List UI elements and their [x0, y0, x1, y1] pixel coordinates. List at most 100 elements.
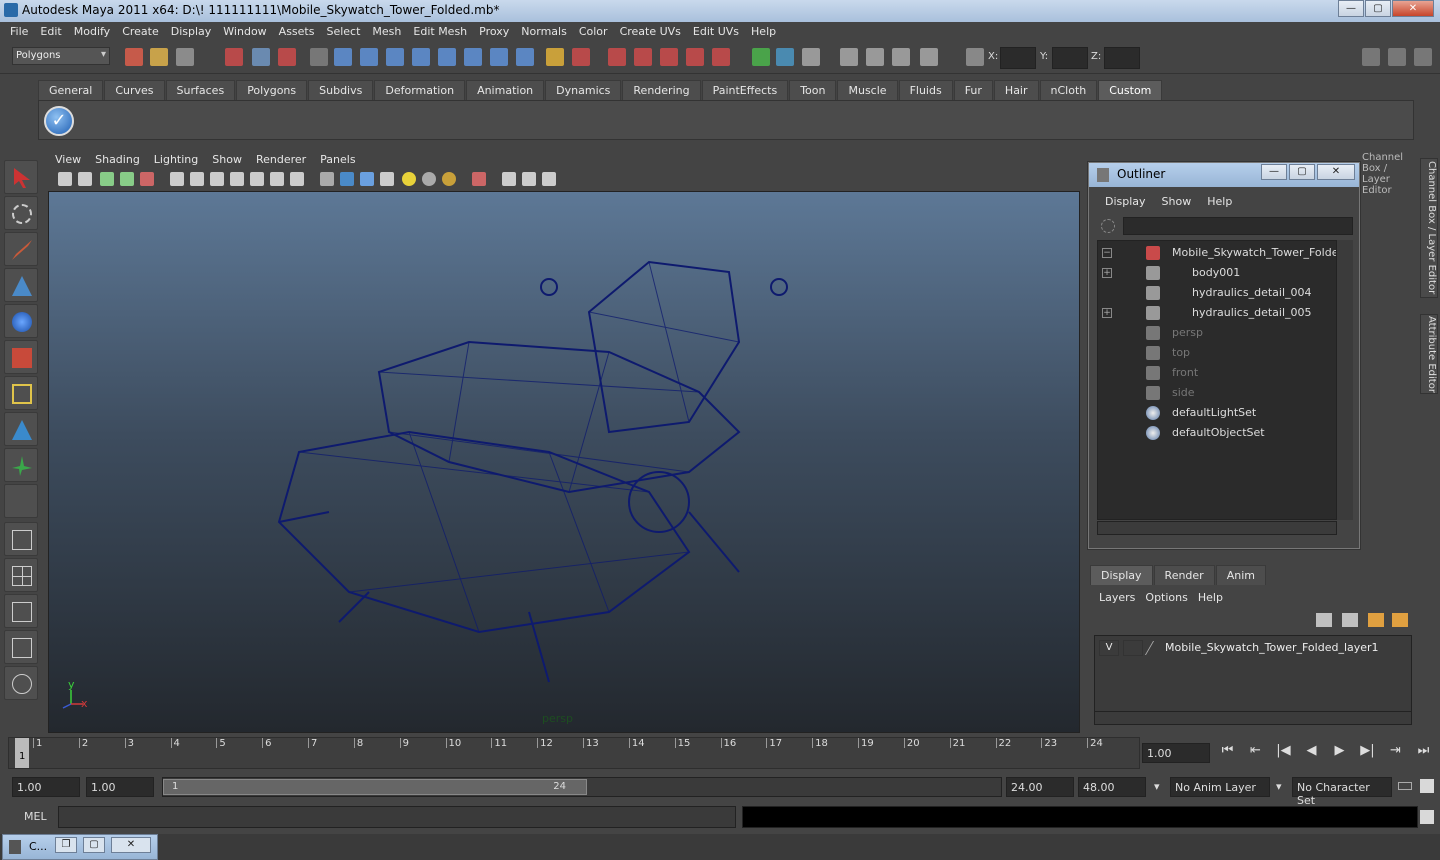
panel-menu-panels[interactable]: Panels [313, 151, 362, 169]
panel-menu-renderer[interactable]: Renderer [249, 151, 313, 169]
lasso-tool-button[interactable] [4, 196, 38, 230]
outliner-search-input[interactable] [1123, 217, 1353, 235]
smooth-shade-icon[interactable] [340, 172, 354, 186]
select-component-icon[interactable] [278, 48, 296, 66]
textured-icon[interactable] [380, 172, 394, 186]
layer-visibility-toggle[interactable]: V [1099, 640, 1119, 656]
shelf-tab-polygons[interactable]: Polygons [236, 80, 308, 100]
command-input[interactable] [58, 806, 736, 828]
menu-mesh[interactable]: Mesh [366, 22, 407, 42]
go-to-end-button[interactable]: ⏭ [1412, 743, 1435, 765]
render-current-frame-icon[interactable] [802, 48, 820, 66]
camera-attributes-icon[interactable] [58, 172, 72, 186]
expand-icon[interactable]: + [1102, 308, 1112, 318]
shelf-tab-ncloth[interactable]: nCloth [1039, 80, 1098, 100]
restore-button[interactable]: ❐ [55, 837, 77, 853]
step-forward-key-button[interactable]: ⇥ [1384, 743, 1407, 765]
universal-manipulator-button[interactable] [4, 376, 38, 410]
menu-select[interactable]: Select [320, 22, 366, 42]
play-backwards-button[interactable]: ◀ [1300, 743, 1323, 765]
field-chart-icon[interactable] [250, 172, 264, 186]
layer-tab-display[interactable]: Display [1090, 565, 1153, 585]
gate-mask-icon[interactable] [230, 172, 244, 186]
wireframe-icon[interactable] [320, 172, 334, 186]
go-to-start-button[interactable]: ⏮ [1216, 743, 1239, 765]
hypershade-layout-button[interactable] [4, 666, 38, 700]
shelf-tab-fur[interactable]: Fur [953, 80, 993, 100]
outliner-close-button[interactable]: ✕ [1317, 164, 1355, 180]
outliner-item[interactable]: top [1098, 343, 1336, 363]
single-perspective-layout-button[interactable] [4, 522, 38, 556]
grease-pencil-icon[interactable] [140, 172, 154, 186]
layer-playback-toggle[interactable] [1123, 640, 1143, 656]
snap-point-icon[interactable] [660, 48, 678, 66]
minimize-button[interactable]: — [1338, 0, 1364, 17]
shelf-tab-painteffects[interactable]: PaintEffects [701, 80, 789, 100]
menu-normals[interactable]: Normals [515, 22, 573, 42]
shadows-icon[interactable] [422, 172, 436, 186]
panel-menu-shading[interactable]: Shading [88, 151, 147, 169]
z-field[interactable] [1104, 47, 1140, 69]
four-view-layout-button[interactable] [4, 558, 38, 592]
layer-tab-render[interactable]: Render [1153, 565, 1215, 585]
playback-end-field[interactable]: 24.00 [1006, 777, 1074, 797]
outliner-item[interactable]: persp [1098, 323, 1336, 343]
animation-preferences-icon[interactable] [1420, 779, 1434, 793]
y-field[interactable] [1052, 47, 1088, 69]
command-language-label[interactable]: MEL [24, 810, 47, 823]
snap-grid-icon[interactable] [608, 48, 626, 66]
outliner-item[interactable]: + body001 [1098, 263, 1336, 283]
shelf-tab-rendering[interactable]: Rendering [622, 80, 701, 100]
menu-create[interactable]: Create [116, 22, 165, 42]
close-button[interactable]: ✕ [111, 837, 151, 853]
isolate-select-icon[interactable] [472, 172, 486, 186]
render-view-icon[interactable] [840, 48, 858, 66]
range-slider[interactable]: 1 24 [162, 777, 1002, 797]
save-scene-icon[interactable] [176, 48, 194, 66]
outliner-title-bar[interactable]: Outliner — ▢ ✕ [1089, 163, 1359, 187]
shelf-tab-hair[interactable]: Hair [993, 80, 1039, 100]
layer-menu-layers[interactable]: Layers [1094, 589, 1140, 604]
panel-menu-show[interactable]: Show [205, 151, 249, 169]
resolution-gate-icon[interactable] [210, 172, 224, 186]
check-icon[interactable]: ✓ [44, 106, 74, 136]
select-misc-icon[interactable] [516, 48, 534, 66]
outliner-item[interactable]: defaultLightSet [1098, 403, 1336, 423]
grid-icon[interactable] [170, 172, 184, 186]
highlight-selection-icon[interactable] [572, 48, 590, 66]
range-slider-handle[interactable]: 1 24 [163, 779, 587, 795]
shelf-tab-deformation[interactable]: Deformation [374, 80, 466, 100]
layer-menu-options[interactable]: Options [1140, 589, 1192, 604]
shelf-tab-dynamics[interactable]: Dynamics [545, 80, 622, 100]
outliner-item[interactable]: front [1098, 363, 1336, 383]
snap-curve-icon[interactable] [634, 48, 652, 66]
outliner-menu-help[interactable]: Help [1199, 193, 1240, 208]
new-layer-from-selection-icon[interactable] [1392, 613, 1408, 627]
select-joint-icon[interactable] [360, 48, 378, 66]
select-rendering-icon[interactable] [490, 48, 508, 66]
attribute-editor-icon[interactable] [1388, 48, 1406, 66]
image-plane-icon[interactable] [100, 172, 114, 186]
shelf-tab-subdivs[interactable]: Subdivs [308, 80, 374, 100]
ipr-render-icon[interactable] [866, 48, 884, 66]
layer-row[interactable]: V Mobile_Skywatch_Tower_Folded_layer1 [1095, 638, 1411, 658]
maximize-button[interactable]: ▢ [83, 837, 105, 853]
input-output-icon[interactable] [752, 48, 770, 66]
show-manipulator-button[interactable] [4, 448, 38, 482]
outliner-layout-button[interactable] [4, 594, 38, 628]
rotate-tool-button[interactable] [4, 304, 38, 338]
menu-help[interactable]: Help [745, 22, 782, 42]
menu-create-uvs[interactable]: Create UVs [614, 22, 687, 42]
select-surface-icon[interactable] [412, 48, 430, 66]
high-quality-icon[interactable] [442, 172, 456, 186]
menu-edit-uvs[interactable]: Edit UVs [687, 22, 745, 42]
paint-select-tool-button[interactable] [4, 232, 38, 266]
menu-display[interactable]: Display [165, 22, 218, 42]
shelf-tab-toon[interactable]: Toon [789, 80, 837, 100]
shelf-tab-curves[interactable]: Curves [104, 80, 165, 100]
expand-icon[interactable]: + [1102, 268, 1112, 278]
safe-title-icon[interactable] [290, 172, 304, 186]
select-deformation-icon[interactable] [438, 48, 456, 66]
xray-joints-icon[interactable] [522, 172, 536, 186]
outliner-vertical-scrollbar[interactable] [1337, 240, 1353, 520]
